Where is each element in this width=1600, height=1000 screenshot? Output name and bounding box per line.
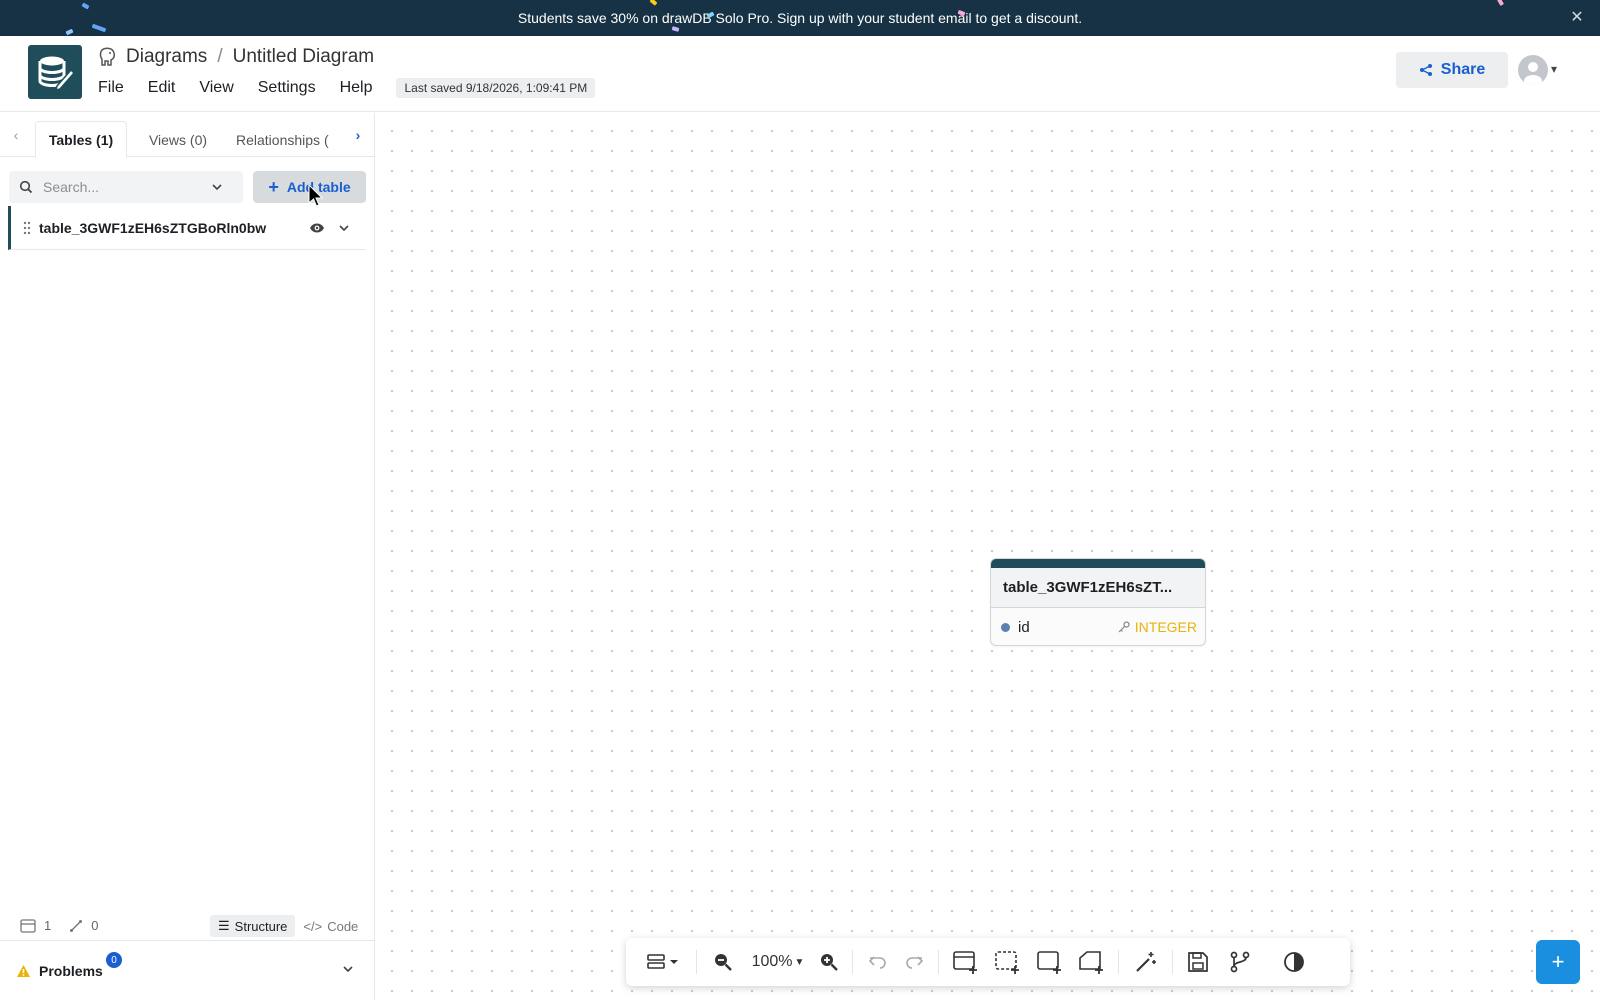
warning-icon <box>16 964 31 978</box>
add-area-icon[interactable] <box>994 948 1022 976</box>
share-label: Share <box>1440 61 1486 78</box>
chevron-down-icon[interactable] <box>342 963 354 975</box>
code-label: Code <box>327 918 359 934</box>
drawdb-logo[interactable] <box>28 45 82 99</box>
problems-count-badge: 0 <box>106 952 122 968</box>
confetti-piece <box>649 0 658 6</box>
eye-icon[interactable] <box>309 222 325 234</box>
code-view-button[interactable]: </> Code <box>295 915 366 937</box>
table-list-item-name: table_3GWF1zEH6sZTGBoRln0bw <box>39 219 267 236</box>
list-icon: ☰ <box>218 918 230 933</box>
menu-edit[interactable]: Edit <box>148 79 176 97</box>
diagram-stats: 1 0 <box>20 918 98 933</box>
zoom-level: 100% <box>751 953 793 970</box>
diagram-title[interactable]: Untitled Diagram <box>233 46 375 68</box>
relationship-count: 0 <box>91 918 99 933</box>
sidebar-tabs: ‹ Tables (1) Views (0) Relationships ( › <box>0 113 374 158</box>
redo-button[interactable] <box>902 948 926 976</box>
tab-relationships[interactable]: Relationships ( <box>236 121 336 158</box>
toolbar-divider <box>852 950 853 974</box>
confetti-piece <box>65 28 74 36</box>
avatar[interactable] <box>1518 55 1548 85</box>
chevron-down-icon[interactable] <box>211 181 223 193</box>
toolbar-divider <box>696 950 697 974</box>
git-branch-icon[interactable] <box>1226 948 1254 976</box>
chevron-right-icon[interactable]: › <box>348 125 368 145</box>
add-note-icon[interactable] <box>1036 948 1064 976</box>
confetti-piece <box>81 2 90 10</box>
table-node[interactable]: table_3GWF1zEH6sZT... id INTEGER <box>990 558 1206 646</box>
structure-view-button[interactable]: ☰ Structure <box>210 915 296 937</box>
undo-button[interactable] <box>866 948 890 976</box>
menu-view[interactable]: View <box>199 79 233 97</box>
magic-wand-icon[interactable] <box>1132 948 1160 976</box>
breadcrumb: Diagrams / Untitled Diagram <box>98 46 374 68</box>
table-count-icon <box>20 918 36 933</box>
banner-text: Students save 30% on drawDB Solo Pro. Si… <box>517 10 1083 26</box>
layout-dropdown-button[interactable] <box>644 948 684 976</box>
view-mode-toggle: ☰ Structure </> Code <box>210 915 366 937</box>
toolbar-divider <box>938 950 939 974</box>
table-node-title[interactable]: table_3GWF1zEH6sZT... <box>991 568 1205 608</box>
promo-banner: Students save 30% on drawDB Solo Pro. Si… <box>0 0 1600 36</box>
sidebar: ‹ Tables (1) Views (0) Relationships ( ›… <box>0 113 375 1000</box>
code-icon: </> <box>303 918 323 934</box>
plus-icon: + <box>1551 949 1565 974</box>
table-field[interactable]: id INTEGER <box>991 608 1205 645</box>
key-icon <box>1118 621 1130 633</box>
mouse-cursor-icon <box>308 184 324 207</box>
zoom-level-dropdown[interactable]: 100% ▼ <box>750 948 806 976</box>
chevron-down-icon[interactable] <box>338 222 350 234</box>
search-input[interactable] <box>43 179 203 195</box>
last-saved-badge: Last saved 9/18/2026, 1:09:41 PM <box>396 78 596 98</box>
chevron-left-icon[interactable]: ‹ <box>6 125 26 145</box>
problems-panel[interactable]: Problems 0 <box>0 940 374 1000</box>
postgres-elephant-icon <box>98 47 118 67</box>
confetti-piece <box>671 26 680 32</box>
relationship-count-icon <box>69 919 83 933</box>
menu-bar: File Edit View Settings Help Last saved … <box>98 78 596 98</box>
zoom-out-button[interactable] <box>710 948 736 976</box>
field-type: INTEGER <box>1118 619 1197 635</box>
menu-settings[interactable]: Settings <box>258 79 316 97</box>
tab-tables[interactable]: Tables (1) <box>35 121 127 158</box>
zoom-in-button[interactable] <box>816 948 842 976</box>
breadcrumb-diagrams-link[interactable]: Diagrams <box>126 46 207 68</box>
search-box <box>9 171 243 203</box>
toolbar-divider <box>1172 950 1173 974</box>
menu-help[interactable]: Help <box>340 79 373 97</box>
menu-file[interactable]: File <box>98 79 124 97</box>
caret-down-icon: ▼ <box>794 956 805 968</box>
field-type-label: INTEGER <box>1134 619 1197 635</box>
confetti-piece <box>91 23 107 33</box>
tab-views[interactable]: Views (0) <box>137 121 219 158</box>
diagram-canvas[interactable]: table_3GWF1zEH6sZT... id INTEGER <box>376 113 1600 1000</box>
app-header: Diagrams / Untitled Diagram File Edit Vi… <box>0 36 1600 112</box>
search-icon <box>19 180 33 194</box>
table-node-header-bar <box>991 559 1205 568</box>
table-list-item[interactable]: table_3GWF1zEH6sZTGBoRln0bw <box>8 206 366 250</box>
save-icon[interactable] <box>1184 948 1212 976</box>
drag-handle-icon[interactable] <box>23 221 31 235</box>
breadcrumb-separator: / <box>217 46 223 67</box>
add-type-icon[interactable] <box>1078 948 1106 976</box>
theme-toggle-icon[interactable] <box>1280 948 1308 976</box>
share-button[interactable]: Share <box>1396 52 1508 88</box>
add-table-icon[interactable] <box>952 948 980 976</box>
confetti-piece <box>1497 0 1504 7</box>
add-floating-button[interactable]: + <box>1536 940 1580 984</box>
close-icon[interactable]: ✕ <box>1568 9 1586 27</box>
structure-label: Structure <box>234 918 288 934</box>
table-count: 1 <box>44 918 52 933</box>
plus-icon: + <box>268 177 279 197</box>
field-handle-dot[interactable] <box>1001 622 1010 632</box>
canvas-toolbar: 100% ▼ <box>626 938 1350 986</box>
problems-label: Problems <box>39 962 103 979</box>
field-name: id <box>1018 618 1030 636</box>
toolbar-divider <box>1118 950 1119 974</box>
share-icon <box>1419 63 1433 77</box>
chevron-down-icon[interactable]: ▾ <box>1551 62 1557 76</box>
